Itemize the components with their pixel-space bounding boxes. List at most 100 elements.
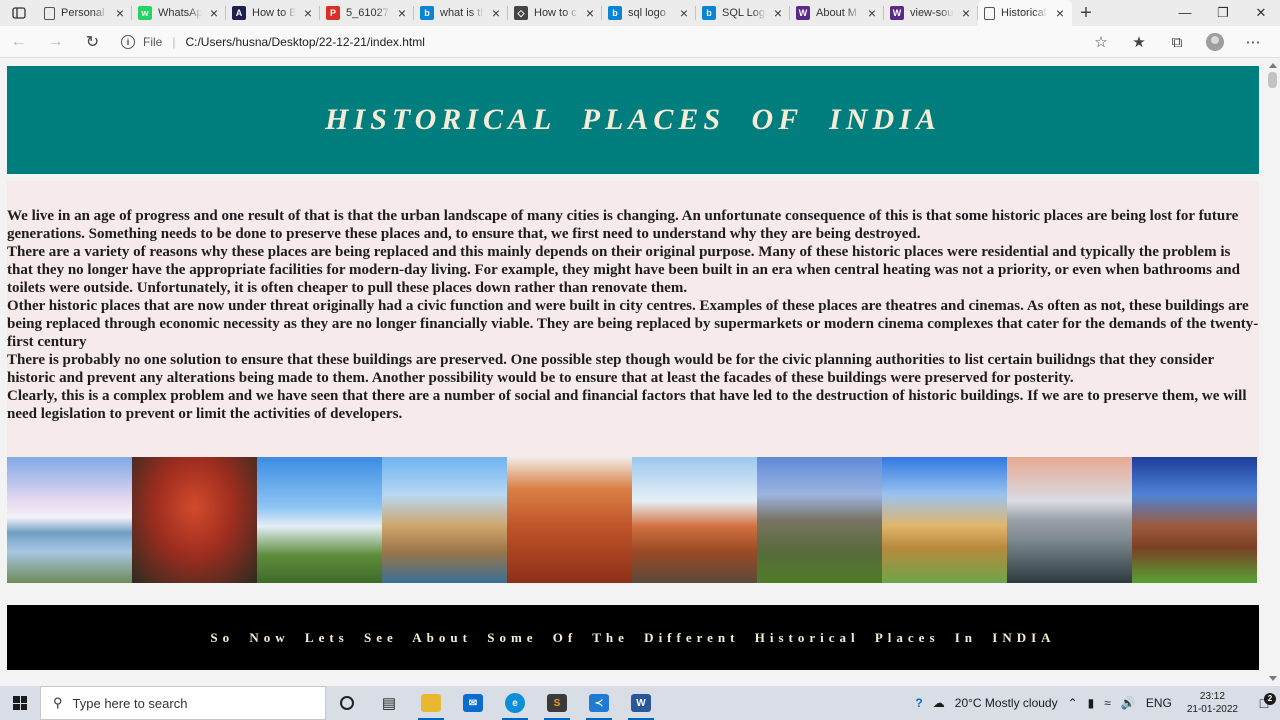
tab-label: How to B (252, 7, 296, 19)
monument-gallery (7, 457, 1257, 583)
edge-button[interactable]: e (494, 686, 536, 720)
close-window-button[interactable]: ✕ (1242, 0, 1280, 26)
close-tab-icon[interactable]: × (772, 6, 784, 20)
maximize-button[interactable]: ❐ (1204, 0, 1242, 26)
scroll-down-icon[interactable] (1269, 676, 1277, 681)
new-tab-button[interactable]: + (1072, 0, 1100, 26)
weather-icon[interactable]: ☁ (928, 696, 950, 710)
task-view-button[interactable]: ▤ (368, 686, 410, 720)
tab-label: sql logo (628, 7, 666, 19)
browser-tab[interactable]: b sql logo × (602, 0, 696, 26)
vscode-button[interactable]: ≺ (578, 686, 620, 720)
language-indicator[interactable]: ENG (1141, 696, 1177, 710)
page-scrollbar[interactable] (1265, 59, 1280, 686)
url-field[interactable]: i File | C:/Users/husna/Desktop/22-12-21… (121, 34, 425, 49)
sublime-icon: S (547, 694, 567, 712)
page-title: HISTORICAL PLACES OF INDIA (325, 103, 941, 136)
article-text: We live in an age of progress and one re… (7, 207, 1259, 423)
close-tab-icon[interactable]: × (960, 6, 972, 20)
battery-icon[interactable]: ▮ (1083, 696, 1100, 710)
victoria-memorial-image (1007, 457, 1132, 583)
scroll-up-icon[interactable] (1269, 63, 1277, 68)
sun-temple-image (1132, 457, 1257, 583)
bing-icon: b (608, 6, 622, 20)
close-tab-icon[interactable]: × (1054, 6, 1066, 20)
tab-label: WhatsApp (158, 7, 202, 19)
back-button[interactable]: ← (0, 33, 37, 51)
vscode-icon: ≺ (589, 694, 609, 712)
volume-icon[interactable]: 🔊 (1116, 696, 1141, 710)
bing-icon: b (702, 6, 716, 20)
close-tab-icon[interactable]: × (584, 6, 596, 20)
gateway-of-india-image (382, 457, 507, 583)
favorites-icon[interactable]: ★ (1120, 33, 1158, 51)
taskbar-search[interactable]: ⚲ Type here to search (40, 686, 326, 720)
chevron-up-icon[interactable]: ⌃ (1063, 696, 1083, 710)
sublime-button[interactable]: S (536, 686, 578, 720)
weather-text[interactable]: 20°C Mostly cloudy (950, 696, 1063, 710)
page-icon (44, 6, 55, 20)
close-tab-icon[interactable]: × (208, 6, 220, 20)
paragraph-3: Other historic places that are now under… (7, 298, 1259, 350)
clock[interactable]: 23:12 21-01-2022 (1177, 690, 1248, 716)
browser-tab[interactable]: A How to B × (226, 0, 320, 26)
close-tab-icon[interactable]: × (678, 6, 690, 20)
wifi-icon[interactable]: ≈ (1099, 696, 1116, 710)
forward-button[interactable]: → (37, 33, 74, 51)
qutub-minar-image (257, 457, 382, 583)
word-button[interactable]: W (620, 686, 662, 720)
browser-tab[interactable]: Historical × (978, 0, 1072, 26)
whatsapp-icon: w (138, 6, 152, 20)
browser-tab[interactable]: ◇ How to cr × (508, 0, 602, 26)
close-tab-icon[interactable]: × (396, 6, 408, 20)
browser-tab[interactable]: W About M × (790, 0, 884, 26)
taskbar: ⚲ Type here to search ▤ ✉ e S ≺ W ? ☁ 20… (0, 686, 1280, 720)
start-button[interactable] (0, 686, 40, 720)
close-tab-icon[interactable]: × (866, 6, 878, 20)
refresh-button[interactable]: ↻ (74, 32, 111, 52)
browser-tab[interactable]: b what is th × (414, 0, 508, 26)
scroll-thumb[interactable] (1268, 72, 1277, 88)
profile-avatar[interactable] (1206, 33, 1224, 51)
tab-label: About M (816, 7, 857, 19)
close-tab-icon[interactable]: × (114, 6, 126, 20)
clock-time: 23:12 (1199, 691, 1225, 702)
tab-actions-icon (12, 7, 26, 19)
window-controls: — ❐ ✕ (1166, 0, 1280, 26)
address-bar: ← → ↻ i File | C:/Users/husna/Desktop/22… (0, 26, 1280, 58)
add-favorite-icon[interactable]: ☆ (1082, 33, 1120, 51)
section-heading-bar: So Now Lets See About Some Of The Differ… (7, 605, 1259, 670)
more-menu-icon[interactable]: ⋯ (1234, 33, 1272, 51)
file-explorer-button[interactable] (410, 686, 452, 720)
red-fort-image (132, 457, 257, 583)
minimize-button[interactable]: — (1166, 0, 1204, 26)
browser-tab[interactable]: P 5_610275 × (320, 0, 414, 26)
url-scheme: File (143, 34, 163, 49)
w-icon: W (890, 6, 904, 20)
browser-tab[interactable]: Personal × (38, 0, 132, 26)
close-tab-icon[interactable]: × (490, 6, 502, 20)
cortana-button[interactable] (326, 686, 368, 720)
browser-tab[interactable]: Wview-sour × (884, 0, 978, 26)
circle-icon (340, 696, 354, 710)
diamond-icon: ◇ (514, 6, 528, 20)
url-text[interactable]: C:/Users/husna/Desktop/22-12-21/index.ht… (185, 35, 424, 49)
title-banner: HISTORICAL PLACES OF INDIA (7, 66, 1259, 174)
tab-label: Personal (61, 7, 105, 19)
mail-button[interactable]: ✉ (452, 686, 494, 720)
word-icon: W (631, 694, 651, 712)
tab-strip: Personal×wWhatsApp×AHow to B×P5_610275×b… (0, 0, 1280, 26)
page-viewport: HISTORICAL PLACES OF INDIA We live in an… (0, 59, 1265, 686)
collections-icon[interactable]: ⧉ (1158, 34, 1196, 51)
tab-label: view-sour (910, 7, 954, 19)
pdf-icon: P (326, 6, 340, 20)
browser-tab[interactable]: w WhatsApp × (132, 0, 226, 26)
tab-actions-button[interactable] (0, 0, 38, 26)
notification-count: 2 (1264, 693, 1276, 705)
close-tab-icon[interactable]: × (302, 6, 314, 20)
section-heading: So Now Lets See About Some Of The Differ… (210, 629, 1056, 645)
info-icon[interactable]: i (121, 34, 135, 49)
notification-center-icon[interactable]: □ 2 (1248, 693, 1280, 711)
browser-tab[interactable]: b SQL Logo × (696, 0, 790, 26)
help-icon[interactable]: ? (910, 696, 927, 710)
